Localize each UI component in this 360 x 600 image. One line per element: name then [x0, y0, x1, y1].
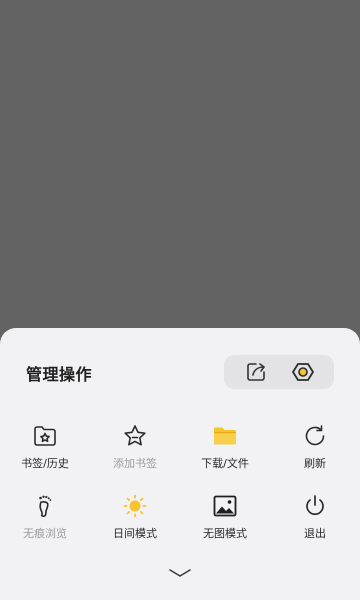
incognito-browsing-item[interactable]: 无痕浏览	[0, 493, 90, 541]
bookmarks-history-item[interactable]: 书签/历史	[0, 423, 90, 471]
add-bookmark-label: 添加书签	[113, 457, 157, 470]
day-mode-item[interactable]: 日间模式	[90, 493, 180, 541]
downloads-files-item[interactable]: 下载/文件	[180, 423, 270, 471]
no-image-mode-label: 无图模式	[203, 527, 247, 540]
refresh-label: 刷新	[304, 457, 326, 470]
add-bookmark-item[interactable]: 添加书签	[90, 423, 180, 471]
settings-button[interactable]	[288, 357, 318, 387]
management-bottom-sheet: 管理操作 书签/历史 添加书签 下载/文件 刷新 无痕浏览 日间模式 无图模式 …	[0, 328, 360, 600]
settings-icon	[291, 363, 314, 381]
star-icon	[124, 425, 146, 446]
share-button[interactable]	[241, 357, 271, 387]
refresh-icon	[305, 425, 325, 446]
incognito-browsing-label: 无痕浏览	[23, 527, 67, 540]
header-action-group	[224, 355, 334, 389]
collapse-sheet-button[interactable]	[165, 566, 195, 580]
action-grid: 书签/历史 添加书签 下载/文件 刷新 无痕浏览 日间模式 无图模式 退出	[0, 423, 360, 541]
folder-icon	[214, 427, 236, 445]
power-icon	[306, 495, 324, 516]
downloads-files-label: 下载/文件	[201, 457, 249, 470]
share-icon	[246, 363, 265, 381]
bookmark-folder-icon	[34, 426, 56, 446]
sun-icon	[123, 494, 147, 518]
no-image-mode-item[interactable]: 无图模式	[180, 493, 270, 541]
chevron-down-icon	[169, 569, 191, 577]
exit-label: 退出	[304, 527, 326, 540]
image-icon	[213, 495, 237, 517]
footprint-icon	[39, 495, 52, 517]
day-mode-label: 日间模式	[113, 527, 157, 540]
sheet-title: 管理操作	[26, 365, 93, 384]
refresh-item[interactable]: 刷新	[270, 423, 360, 471]
exit-item[interactable]: 退出	[270, 493, 360, 541]
bookmarks-history-label: 书签/历史	[21, 457, 69, 470]
